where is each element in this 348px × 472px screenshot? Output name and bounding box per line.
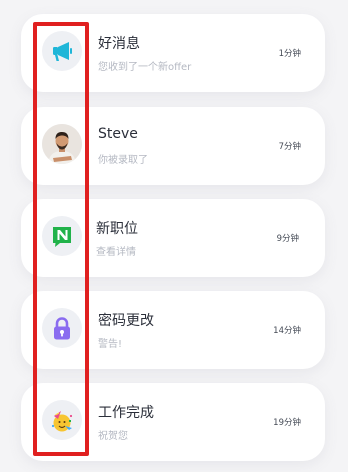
notification-time: 1分钟 xyxy=(278,49,301,59)
notification-item-steve[interactable]: Steve 你被录取了 7分钟 xyxy=(21,107,325,185)
notification-subtitle: 你被录取了 xyxy=(98,155,148,166)
avatar xyxy=(42,124,82,164)
notification-title: 新职位 xyxy=(96,221,138,237)
lock-icon xyxy=(42,308,82,348)
notification-time: 19分钟 xyxy=(273,418,301,428)
notification-title: 工作完成 xyxy=(98,405,154,421)
notification-title: 好消息 xyxy=(98,36,140,52)
notification-time: 14分钟 xyxy=(273,326,301,336)
megaphone-icon xyxy=(42,31,82,71)
notification-subtitle: 您收到了一个新offer xyxy=(98,62,192,73)
notification-time: 9分钟 xyxy=(276,234,299,244)
notification-item-password-change[interactable]: 密码更改 警告! 14分钟 xyxy=(21,291,325,369)
notification-item-new-job[interactable]: 新职位 查看详情 9分钟 xyxy=(21,199,325,277)
party-face-icon xyxy=(42,400,82,440)
notification-title: Steve xyxy=(98,126,138,142)
notification-list: 好消息 您收到了一个新offer 1分钟 Steve 你被录取了 7分钟 新职位… xyxy=(0,0,348,472)
notification-time: 7分钟 xyxy=(278,142,301,152)
notification-subtitle: 祝贺您 xyxy=(98,431,128,442)
notification-subtitle: 警告! xyxy=(98,339,123,350)
notification-item-good-news[interactable]: 好消息 您收到了一个新offer 1分钟 xyxy=(21,14,325,92)
notification-subtitle: 查看详情 xyxy=(96,247,136,258)
notification-title: 密码更改 xyxy=(98,313,154,329)
new-n-icon xyxy=(42,216,82,256)
notification-item-job-done[interactable]: 工作完成 祝贺您 19分钟 xyxy=(21,383,325,461)
